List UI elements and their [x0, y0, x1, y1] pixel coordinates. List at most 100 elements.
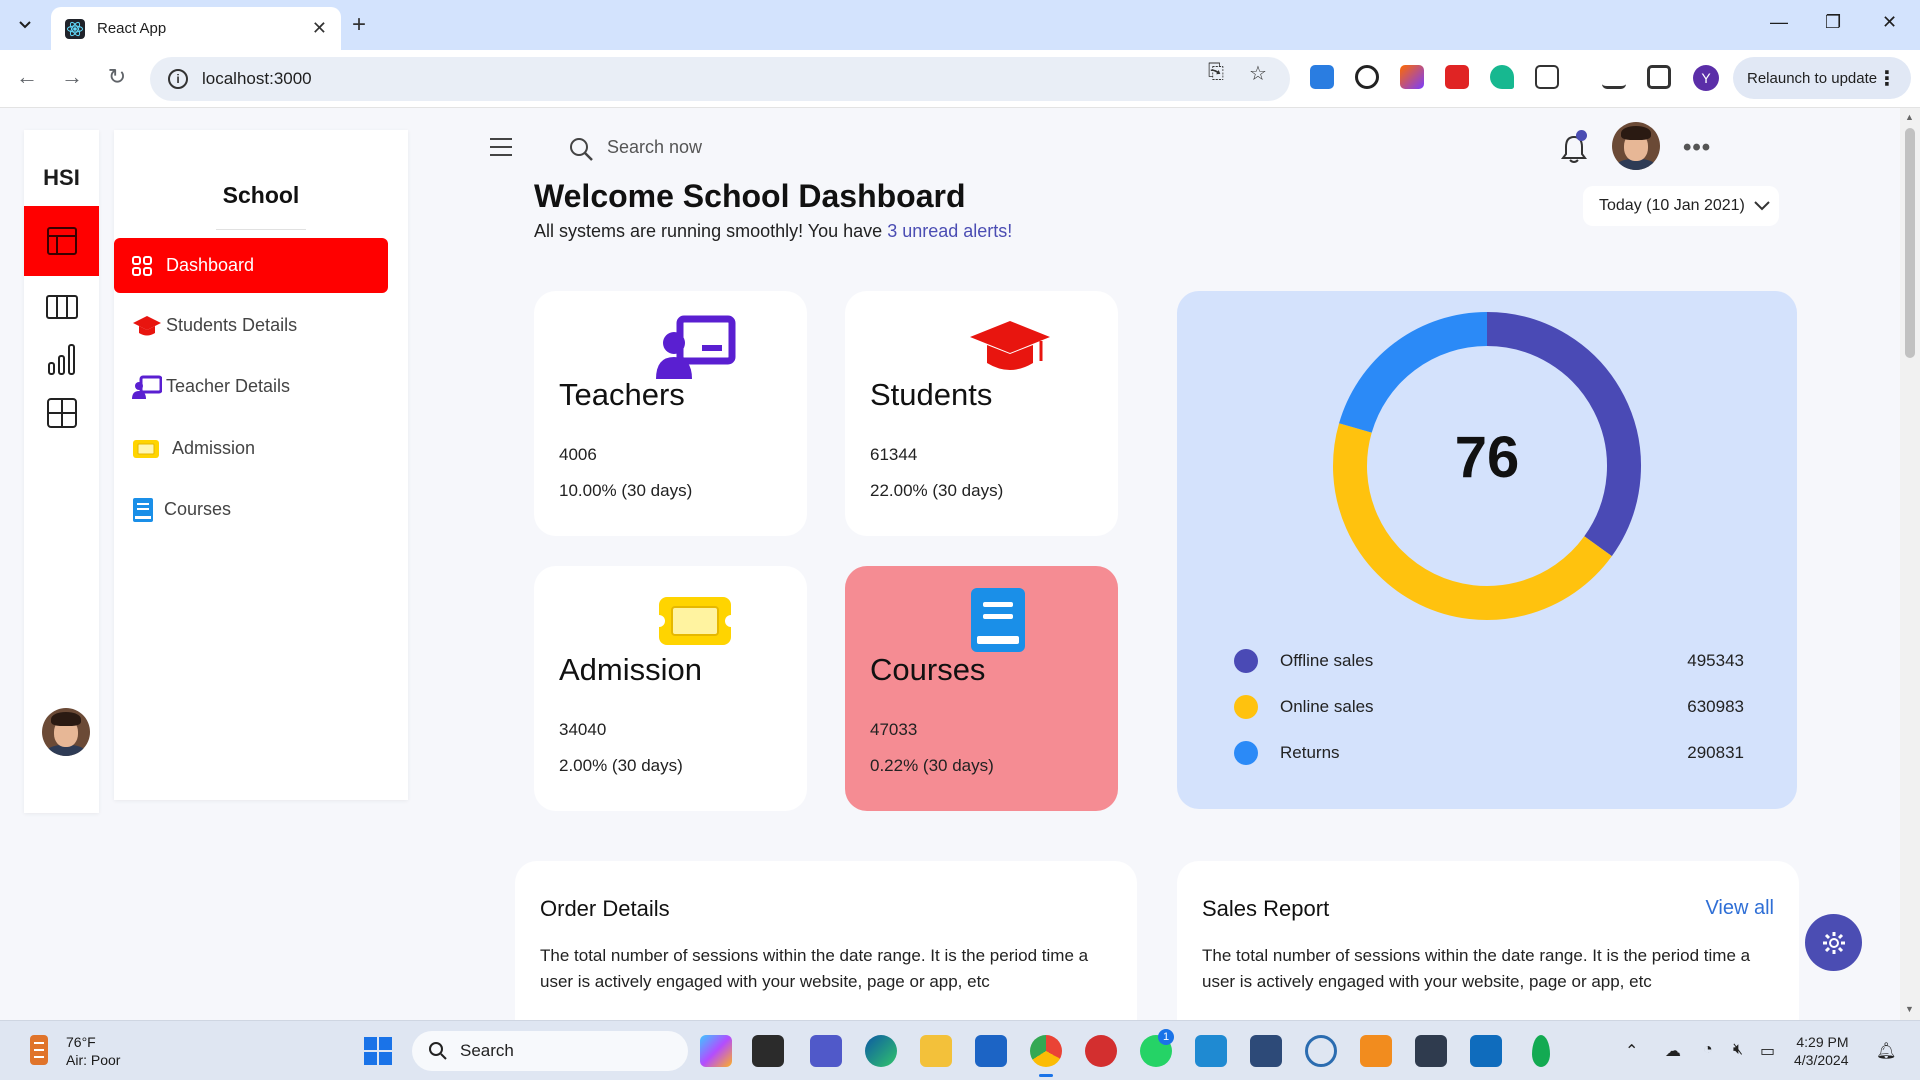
- page-title: Welcome School Dashboard: [534, 178, 966, 214]
- columns-icon-button[interactable]: [24, 280, 99, 334]
- sync-extension-icon[interactable]: [1355, 65, 1379, 89]
- outlook-icon[interactable]: [1470, 1035, 1502, 1067]
- start-windows-icon[interactable]: [364, 1037, 392, 1065]
- menu-kebab-icon[interactable]: ⋮: [1877, 66, 1897, 91]
- sidebar-item-label: Dashboard: [166, 255, 255, 275]
- install-app-icon[interactable]: ⎘: [1208, 61, 1224, 84]
- header-avatar[interactable]: [1612, 122, 1660, 170]
- tray-chevron-icon[interactable]: ⌃: [1625, 1041, 1638, 1061]
- site-info-icon[interactable]: i: [168, 69, 188, 89]
- grid-icon-button[interactable]: [24, 386, 99, 440]
- battery-icon[interactable]: ▭: [1760, 1041, 1775, 1061]
- back-icon[interactable]: ←: [12, 64, 42, 90]
- download-icon[interactable]: [1602, 65, 1626, 89]
- scroll-up-icon[interactable]: ▲: [1905, 112, 1914, 122]
- onedrive-icon[interactable]: ☁: [1665, 1041, 1681, 1061]
- search-icon: [429, 1042, 447, 1060]
- sidebar-item-label: Students Details: [166, 315, 298, 335]
- sidebar-item-label: Admission: [172, 438, 256, 458]
- view-all-link[interactable]: View all: [1705, 897, 1774, 920]
- stat-card-courses[interactable]: Courses 47033 0.22% (30 days): [845, 566, 1118, 811]
- sidebar-item-teachers[interactable]: Teacher Details: [114, 359, 388, 414]
- scrollbar-thumb[interactable]: [1905, 128, 1915, 358]
- card-change: 2.00% (30 days): [559, 756, 683, 775]
- color-picker-extension-icon[interactable]: [1400, 65, 1424, 89]
- tab-strip: React App ✕ + — ❐ ✕: [0, 0, 1920, 50]
- sidebar-item-admission[interactable]: Admission: [114, 421, 388, 476]
- extension-green-icon[interactable]: [1490, 65, 1514, 89]
- hamburger-menu-icon[interactable]: [490, 138, 512, 162]
- taskbar: 76°F Air: Poor Search 1 ⌃ ☁ ◔ 🔇︎ ▭ 4:29 …: [0, 1020, 1920, 1080]
- stat-card-students[interactable]: Students 61344 22.00% (30 days): [845, 291, 1118, 536]
- profile-avatar[interactable]: Y: [1693, 65, 1719, 91]
- side-panel-icon[interactable]: [1647, 65, 1671, 89]
- minimize-icon[interactable]: —: [1770, 12, 1788, 33]
- more-options-icon[interactable]: •••: [1683, 134, 1711, 162]
- sidebar-item-students[interactable]: Students Details: [114, 298, 388, 353]
- unread-alerts-link[interactable]: 3 unread alerts!: [887, 221, 1012, 241]
- scroll-down-icon[interactable]: ▼: [1905, 1004, 1914, 1014]
- ticket-icon: [653, 596, 737, 651]
- close-window-icon[interactable]: ✕: [1882, 12, 1897, 33]
- restore-icon[interactable]: ❐: [1825, 12, 1841, 33]
- card-value: 47033: [870, 720, 918, 739]
- file-explorer-icon[interactable]: [920, 1035, 952, 1067]
- vscode-icon[interactable]: [1195, 1035, 1227, 1067]
- system-clock[interactable]: 4:29 PM 4/3/2024: [1794, 1033, 1849, 1069]
- grid-icon: [132, 255, 166, 276]
- address-bar[interactable]: i localhost:3000: [150, 57, 1290, 101]
- sidebar-item-courses[interactable]: Courses: [114, 482, 388, 537]
- notification-bell-icon[interactable]: [1560, 130, 1588, 169]
- settings-fab[interactable]: [1805, 914, 1862, 971]
- layout-icon-button[interactable]: [24, 206, 99, 276]
- sublime-icon[interactable]: [1415, 1035, 1447, 1067]
- stat-card-teachers[interactable]: Teachers 4006 10.00% (30 days): [534, 291, 807, 536]
- taskbar-search[interactable]: Search: [412, 1031, 688, 1071]
- extensions-puzzle-icon[interactable]: [1535, 65, 1559, 89]
- red-app-icon[interactable]: [1085, 1035, 1117, 1067]
- brand-logo: HSI: [43, 165, 80, 190]
- extension-icon[interactable]: [1310, 65, 1334, 89]
- chart-icon-button[interactable]: [24, 332, 99, 386]
- reload-icon[interactable]: ↻: [102, 64, 132, 90]
- browser-tab[interactable]: React App ✕: [51, 7, 341, 50]
- notification-icon[interactable]: 🔔︎: [1876, 1041, 1896, 1061]
- date-label: Today (10 Jan 2021): [1599, 197, 1745, 214]
- browser-toolbar: ← → ↻ i localhost:3000 ⎘ ☆: [0, 50, 1920, 108]
- stat-card-admission[interactable]: Admission 34040 2.00% (30 days): [534, 566, 807, 811]
- clock-time: 4:29 PM: [1796, 1034, 1849, 1050]
- new-tab-button[interactable]: +: [352, 12, 366, 38]
- legend-dot: [1234, 741, 1258, 765]
- extension-red-icon[interactable]: [1445, 65, 1469, 89]
- user-avatar[interactable]: [42, 708, 90, 756]
- page-scrollbar[interactable]: ▲ ▼: [1900, 108, 1920, 1020]
- wifi-icon[interactable]: ◔: [1703, 1041, 1713, 1059]
- chrome-icon[interactable]: [1030, 1035, 1062, 1077]
- tab-search-dropdown[interactable]: [8, 8, 42, 42]
- graduation-cap-icon: [132, 314, 166, 338]
- sidebar-title: School: [222, 182, 300, 208]
- bookmark-star-icon[interactable]: ☆: [1249, 61, 1267, 86]
- search-icon[interactable]: [568, 136, 594, 167]
- store-icon[interactable]: [975, 1035, 1007, 1067]
- relaunch-label: Relaunch to update: [1747, 69, 1878, 87]
- weather-widget[interactable]: 76°F Air: Poor: [26, 1033, 120, 1069]
- mongodb-icon[interactable]: [1532, 1035, 1550, 1067]
- dev-app-icon[interactable]: [1250, 1035, 1282, 1067]
- volume-muted-icon[interactable]: 🔇︎: [1733, 1041, 1743, 1059]
- clock-date: 4/3/2024: [1794, 1052, 1849, 1068]
- layout-icon: [46, 227, 77, 255]
- edge-icon[interactable]: [865, 1035, 897, 1067]
- cloud-app-icon[interactable]: [1305, 1035, 1337, 1067]
- ticket-icon: [132, 438, 172, 460]
- forward-icon[interactable]: →: [57, 64, 87, 90]
- sidebar-item-dashboard[interactable]: Dashboard: [114, 238, 388, 293]
- teams-icon[interactable]: [810, 1035, 842, 1067]
- close-tab-icon[interactable]: ✕: [312, 18, 327, 39]
- relaunch-button[interactable]: Relaunch to update ⋮: [1733, 57, 1911, 99]
- task-view-icon[interactable]: [752, 1035, 784, 1067]
- date-dropdown[interactable]: Today (10 Jan 2021): [1583, 186, 1779, 226]
- search-input[interactable]: Search now: [607, 137, 702, 158]
- orange-app-icon[interactable]: [1360, 1035, 1392, 1067]
- copilot-icon[interactable]: [700, 1035, 732, 1067]
